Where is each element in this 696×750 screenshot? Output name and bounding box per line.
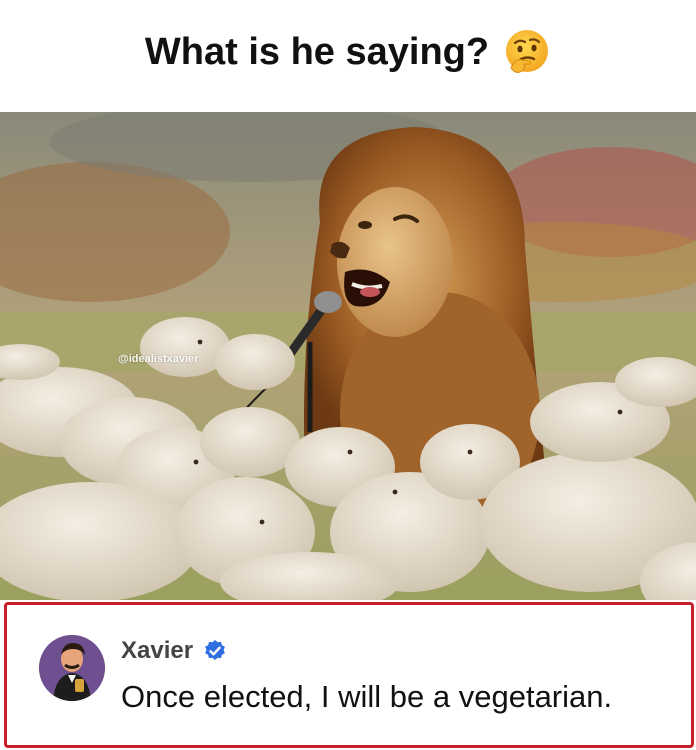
watermark: @idealistxavier	[118, 353, 199, 365]
avatar[interactable]	[39, 635, 105, 701]
scene-illustration	[0, 112, 696, 600]
page-title: What is he saying?	[144, 30, 490, 73]
verified-badge-icon	[205, 640, 225, 660]
author-row: Xavier	[121, 637, 227, 665]
author-name[interactable]: Xavier	[121, 637, 193, 665]
header: What is he saying?	[0, 0, 696, 112]
scene-image: @idealistxavier	[0, 112, 696, 600]
comment-card: Xavier Once elected, I will be a vegetar…	[4, 602, 694, 748]
thinking-face-icon	[506, 30, 549, 73]
person-avatar-icon	[39, 635, 105, 701]
title-row: What is he saying?	[0, 28, 696, 76]
comment-text: Once elected, I will be a vegetarian.	[121, 679, 613, 714]
